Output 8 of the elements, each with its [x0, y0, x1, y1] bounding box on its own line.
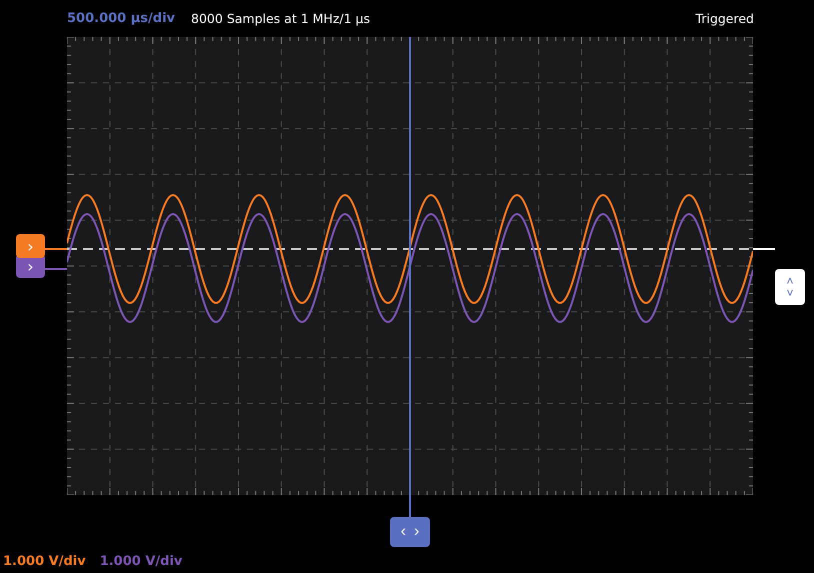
trigger-status: Triggered [696, 11, 754, 26]
timebase-label: 500.000 µs/div [67, 11, 176, 26]
acquisition-info: 8000 Samples at 1 MHz/1 µs [191, 11, 370, 26]
channel-scale-label: 1.000 V/div [3, 554, 86, 569]
channel-scale-label: 1.000 V/div [100, 554, 182, 569]
trigger-level-button[interactable]: ˄ ˅ [775, 269, 805, 305]
time-cursor-button[interactable]: ‹ › [390, 517, 430, 547]
channel-marker[interactable]: › [16, 234, 45, 258]
